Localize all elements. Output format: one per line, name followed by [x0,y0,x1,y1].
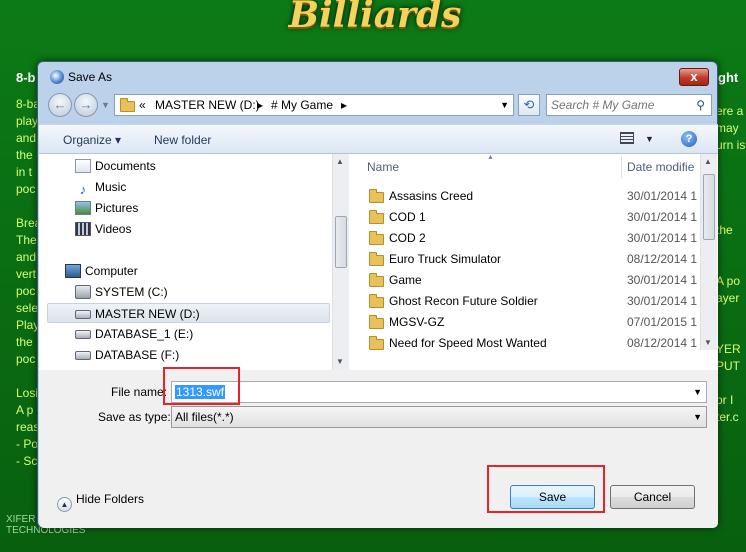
right-rules-text: ere a may urn is the A po ayer YER PUT o… [716,104,746,424]
refresh-icon: ⟲ [523,97,535,112]
refresh-button[interactable]: ⟲ [518,94,540,116]
navigation-pane: Documents ♪ Music Pictures Videos Compute… [39,154,331,370]
scroll-thumb[interactable] [335,216,347,268]
breadcrumb-overflow[interactable]: « [139,98,146,112]
folder-icon [369,252,384,266]
file-row[interactable]: COD 2 30/01/2014 1 [351,228,699,249]
breadcrumb-separator[interactable]: ▸ [257,98,263,112]
system-drive-icon [75,285,91,299]
view-options-dropdown-icon[interactable]: ▼ [645,134,654,144]
videos-icon [75,222,91,236]
file-row[interactable]: Ghost Recon Future Soldier 30/01/2014 1 [351,291,699,312]
dialog-title: Save As [68,70,113,84]
address-dropdown-icon[interactable]: ▼ [500,100,509,110]
breadcrumb-drive[interactable]: MASTER NEW (D:) [155,98,260,112]
file-row[interactable]: Assasins Creed 30/01/2014 1 [351,186,699,207]
collapse-icon: ▲ [57,497,72,512]
file-row[interactable]: Euro Truck Simulator 08/12/2014 1 [351,249,699,270]
navigation-pane-scrollbar[interactable]: ▲ ▼ [332,154,349,370]
scroll-thumb[interactable] [703,174,715,240]
folder-icon [369,315,384,329]
address-bar[interactable]: « MASTER NEW (D:) ▸ # My Game ▸ ▼ [114,94,514,116]
pictures-icon [75,201,91,215]
breadcrumb-separator[interactable]: ▸ [341,98,347,112]
save-as-type-dropdown-icon[interactable]: ▼ [693,412,702,422]
tree-item-videos[interactable]: Videos [75,219,131,239]
save-as-dialog: Save As x ← → ▼ « MASTER NEW (D:) ▸ # My… [37,61,718,528]
folder-icon [369,336,384,350]
folder-icon [369,231,384,245]
tree-item-database-f[interactable]: DATABASE (F:) [75,345,179,365]
file-list-scrollbar[interactable]: ▲ ▼ [700,154,717,350]
scroll-down-icon[interactable]: ▼ [704,338,712,347]
drive-icon [75,330,91,339]
title-bar[interactable]: Save As x [38,62,717,90]
tree-item-computer[interactable]: Computer [65,261,138,281]
file-list: ▲ Name Date modifie Assasins Creed 30/01… [351,154,718,370]
organize-menu[interactable]: Organize ▾ [63,133,121,147]
billiards-logo: Billiards [288,0,462,36]
save-as-type-select[interactable]: All files(*.*) ▼ [171,406,707,428]
close-button[interactable]: x [679,68,709,86]
save-as-type-value: All files(*.*) [175,410,234,424]
drive-icon [75,310,91,319]
app-icon [50,70,64,84]
breadcrumb-folder[interactable]: # My Game [271,98,333,112]
column-header-name[interactable]: Name [367,154,399,178]
file-row[interactable]: COD 1 30/01/2014 1 [351,207,699,228]
highlight-save-button [487,465,605,513]
file-name-field[interactable]: 1313.swf ▼ [171,381,707,403]
folder-icon [120,98,135,112]
change-view-icon[interactable] [620,132,634,144]
scroll-up-icon[interactable]: ▲ [704,157,712,166]
cancel-button[interactable]: Cancel [610,485,695,509]
new-folder-button[interactable]: New folder [154,133,211,147]
folder-icon [369,189,384,203]
tree-item-music[interactable]: ♪ Music [75,177,127,197]
navigation-bar: ← → ▼ « MASTER NEW (D:) ▸ # My Game ▸ ▼ … [46,92,712,118]
sort-ascending-icon: ▲ [487,154,494,161]
tree-item-pictures[interactable]: Pictures [75,198,138,218]
file-row[interactable]: Need for Speed Most Wanted 08/12/2014 1 [351,333,699,354]
browser-content: Documents ♪ Music Pictures Videos Compute… [39,154,718,370]
file-row[interactable]: Game 30/01/2014 1 [351,270,699,291]
back-button[interactable]: ← [48,93,72,117]
column-divider[interactable] [621,156,622,178]
drive-icon [75,351,91,360]
save-as-type-label: Save as type: [98,410,171,424]
tree-item-master-new-d[interactable]: MASTER NEW (D:) [47,303,330,323]
right-heading: ght [718,70,739,85]
folder-icon [369,294,384,308]
search-box[interactable]: ⚲ [546,94,712,116]
search-icon[interactable]: ⚲ [696,98,705,112]
scroll-down-icon[interactable]: ▼ [336,357,344,366]
music-icon: ♪ [79,182,87,197]
save-form: File name: 1313.swf ▼ Save as type: All … [39,370,718,528]
tree-item-documents[interactable]: Documents [75,156,156,176]
computer-icon [65,264,81,278]
search-input[interactable] [551,98,691,112]
documents-icon [75,159,91,173]
file-name-dropdown-icon[interactable]: ▼ [693,387,702,397]
highlight-file-name [163,367,240,405]
left-heading: 8-b [16,70,36,85]
column-header-date-modified[interactable]: Date modifie [627,154,699,178]
tree-item-system-c[interactable]: SYSTEM (C:) [75,282,168,302]
tree-item-database-1-e[interactable]: DATABASE_1 (E:) [75,324,193,344]
forward-button[interactable]: → [74,93,98,117]
command-toolbar: Organize ▾ New folder ▼ ? [39,124,718,154]
recent-pages-dropdown-icon[interactable]: ▼ [101,100,110,110]
folder-icon [369,210,384,224]
scroll-up-icon[interactable]: ▲ [336,157,344,166]
file-name-label: File name: [111,385,168,399]
help-icon[interactable]: ? [681,131,697,147]
hide-folders-button[interactable]: ▲ Hide Folders [57,492,144,512]
folder-icon [369,273,384,287]
file-row[interactable]: MGSV-GZ 07/01/2015 1 [351,312,699,333]
